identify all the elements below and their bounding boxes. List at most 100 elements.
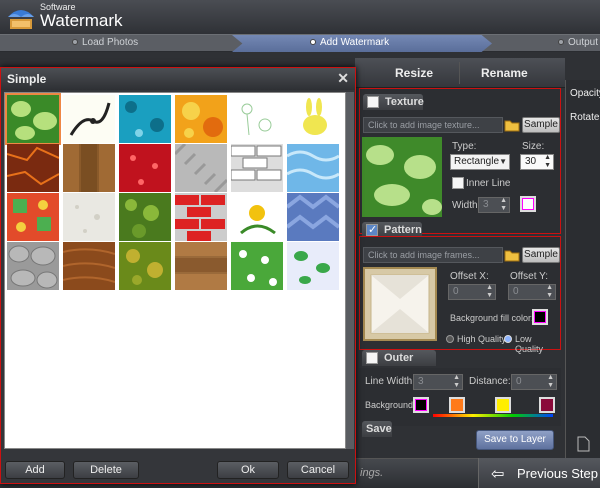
spin-arrows-icon: ▲ ▼ bbox=[500, 197, 507, 212]
texture-tile-flower-sketch[interactable] bbox=[231, 95, 283, 143]
offset-y-stepper[interactable]: 0 ▲ ▼ bbox=[508, 284, 556, 300]
low-quality-label: Low Quality bbox=[515, 334, 544, 354]
step-load-photos[interactable]: Load Photos bbox=[72, 37, 138, 48]
save-to-layer-button[interactable]: Save to Layer bbox=[476, 430, 554, 450]
texture-tile-orange-swirl[interactable] bbox=[175, 95, 227, 143]
gradient-slider[interactable] bbox=[433, 414, 553, 417]
texture-tile-red-bricks[interactable] bbox=[175, 193, 227, 241]
opacity-label[interactable]: Opacity bbox=[570, 88, 600, 99]
size-value: 30 bbox=[525, 156, 537, 167]
texture-tile-green-moss[interactable] bbox=[119, 193, 171, 241]
step-label: Add Watermark bbox=[320, 37, 390, 48]
texture-tile-wood-boards[interactable] bbox=[175, 242, 227, 290]
step-dot-icon bbox=[72, 39, 78, 45]
outer-line-checkbox[interactable] bbox=[366, 352, 378, 364]
low-quality-radio[interactable] bbox=[504, 335, 512, 343]
bg-fill-label: Background fill color: bbox=[450, 313, 534, 323]
texture-tile-tribal-flourish[interactable] bbox=[63, 95, 115, 143]
texture-checkbox[interactable] bbox=[367, 96, 379, 108]
background-label: Background bbox=[365, 400, 414, 410]
offset-y-value: 0 bbox=[513, 286, 519, 297]
texture-tile-yellow-lilies[interactable] bbox=[231, 193, 283, 241]
simple-dialog: Simple ✕ Add Delete Ok Cancel bbox=[0, 67, 356, 484]
texture-tile-blue-chevron[interactable] bbox=[287, 193, 339, 241]
type-label: Type: bbox=[452, 141, 477, 152]
inner-line-checkbox[interactable] bbox=[452, 177, 464, 189]
folder-open-icon[interactable] bbox=[504, 247, 520, 263]
width-stepper[interactable]: 3 ▲ ▼ bbox=[478, 197, 510, 213]
cancel-button[interactable]: Cancel bbox=[287, 461, 349, 479]
spin-arrows-icon: ▲ ▼ bbox=[486, 284, 493, 299]
texture-section: Texture Click to add image texture... Sa… bbox=[359, 88, 561, 234]
texture-tile-green-daisies[interactable] bbox=[231, 242, 283, 290]
texture-sample-button[interactable]: Sample bbox=[522, 117, 560, 133]
texture-tile-colorful-geometric[interactable] bbox=[7, 193, 59, 241]
add-button[interactable]: Add bbox=[5, 461, 65, 479]
type-select[interactable]: Rectangle ▼ bbox=[450, 154, 510, 170]
outer-color-swatch-3[interactable] bbox=[495, 397, 511, 413]
pattern-section: Click to add image frames... Sample Offs… bbox=[359, 236, 561, 354]
texture-tile-wood-grain[interactable] bbox=[63, 242, 115, 290]
texture-preview bbox=[362, 137, 442, 217]
document-icon[interactable] bbox=[576, 436, 590, 452]
step-output[interactable]: Output bbox=[558, 37, 598, 48]
save-header: Save bbox=[362, 421, 392, 437]
bg-fill-color-swatch[interactable] bbox=[532, 309, 548, 325]
texture-tile-gray-cobblestone[interactable] bbox=[7, 242, 59, 290]
dropdown-arrow-icon: ▼ bbox=[499, 157, 507, 166]
step-add-watermark[interactable]: Add Watermark bbox=[310, 37, 389, 48]
texture-tile-blue-water[interactable] bbox=[287, 144, 339, 192]
width-value: 3 bbox=[483, 199, 489, 210]
outer-color-swatch-1[interactable] bbox=[413, 397, 429, 413]
pattern-checkbox[interactable] bbox=[366, 223, 378, 236]
spin-arrows-icon: ▲ ▼ bbox=[547, 374, 554, 389]
tab-rename[interactable]: Rename bbox=[481, 66, 528, 80]
offset-x-value: 0 bbox=[453, 286, 459, 297]
distance-stepper[interactable]: 0 ▲ ▼ bbox=[511, 374, 557, 390]
line-width-stepper[interactable]: 3 ▲ ▼ bbox=[413, 374, 463, 390]
tab-resize[interactable]: Resize bbox=[395, 66, 433, 80]
texture-path-input[interactable]: Click to add image texture... bbox=[363, 117, 503, 133]
rotate-label[interactable]: Rotate bbox=[570, 112, 599, 123]
outer-color-swatch-2[interactable] bbox=[449, 397, 465, 413]
pattern-sample-button[interactable]: Sample bbox=[522, 247, 560, 263]
previous-step-button[interactable]: ⇦ Previous Step bbox=[478, 458, 600, 488]
size-stepper[interactable]: 30 ▲ ▼ bbox=[520, 154, 554, 170]
texture-tile-green-leaves[interactable] bbox=[5, 93, 61, 145]
texture-tile-green-lichen[interactable] bbox=[119, 242, 171, 290]
texture-tile-white-stucco[interactable] bbox=[63, 193, 115, 241]
outer-color-swatch-4[interactable] bbox=[539, 397, 555, 413]
steps-bar: Load Photos Add Watermark Output bbox=[0, 34, 600, 52]
width-label: Width: bbox=[452, 200, 481, 211]
outer-line-section: Line Width: 3 ▲ ▼ Distance: 0 ▲ ▼ Background bbox=[359, 368, 561, 426]
dialog-title: Simple bbox=[7, 72, 47, 86]
pattern-path-input[interactable]: Click to add image frames... bbox=[363, 247, 503, 263]
tab-strip: Resize Rename bbox=[355, 58, 565, 88]
offset-x-stepper[interactable]: 0 ▲ ▼ bbox=[448, 284, 496, 300]
texture-tile-lava-rock[interactable] bbox=[7, 144, 59, 192]
spin-arrows-icon: ▲ ▼ bbox=[544, 154, 551, 169]
texture-tile-white-bricks[interactable] bbox=[231, 144, 283, 192]
folder-open-icon[interactable] bbox=[504, 117, 520, 133]
size-label: Size: bbox=[522, 141, 545, 152]
previous-step-label: Previous Step bbox=[517, 466, 598, 481]
high-quality-label: High Quality bbox=[457, 334, 507, 344]
delete-button[interactable]: Delete bbox=[73, 461, 139, 479]
gallery-scrollbar[interactable] bbox=[346, 92, 354, 449]
line-width-value: 3 bbox=[418, 376, 424, 387]
texture-tile-red-floral[interactable] bbox=[119, 144, 171, 192]
texture-gallery bbox=[4, 92, 346, 449]
step-dot-icon bbox=[558, 39, 564, 45]
texture-tile-yellow-bunny[interactable] bbox=[287, 95, 339, 143]
step-label: Output bbox=[568, 37, 599, 48]
ok-button[interactable]: Ok bbox=[217, 461, 279, 479]
close-icon[interactable]: ✕ bbox=[337, 70, 349, 87]
spin-arrows-icon: ▲ ▼ bbox=[453, 374, 460, 389]
inner-line-color-swatch[interactable] bbox=[520, 196, 536, 212]
texture-tile-wood-planks[interactable] bbox=[63, 144, 115, 192]
texture-tile-green-frogs[interactable] bbox=[287, 242, 339, 290]
high-quality-radio[interactable] bbox=[446, 335, 454, 343]
umbrella-logo-icon bbox=[8, 10, 34, 29]
texture-tile-gray-herringbone[interactable] bbox=[175, 144, 227, 192]
texture-tile-teal-pattern[interactable] bbox=[119, 95, 171, 143]
